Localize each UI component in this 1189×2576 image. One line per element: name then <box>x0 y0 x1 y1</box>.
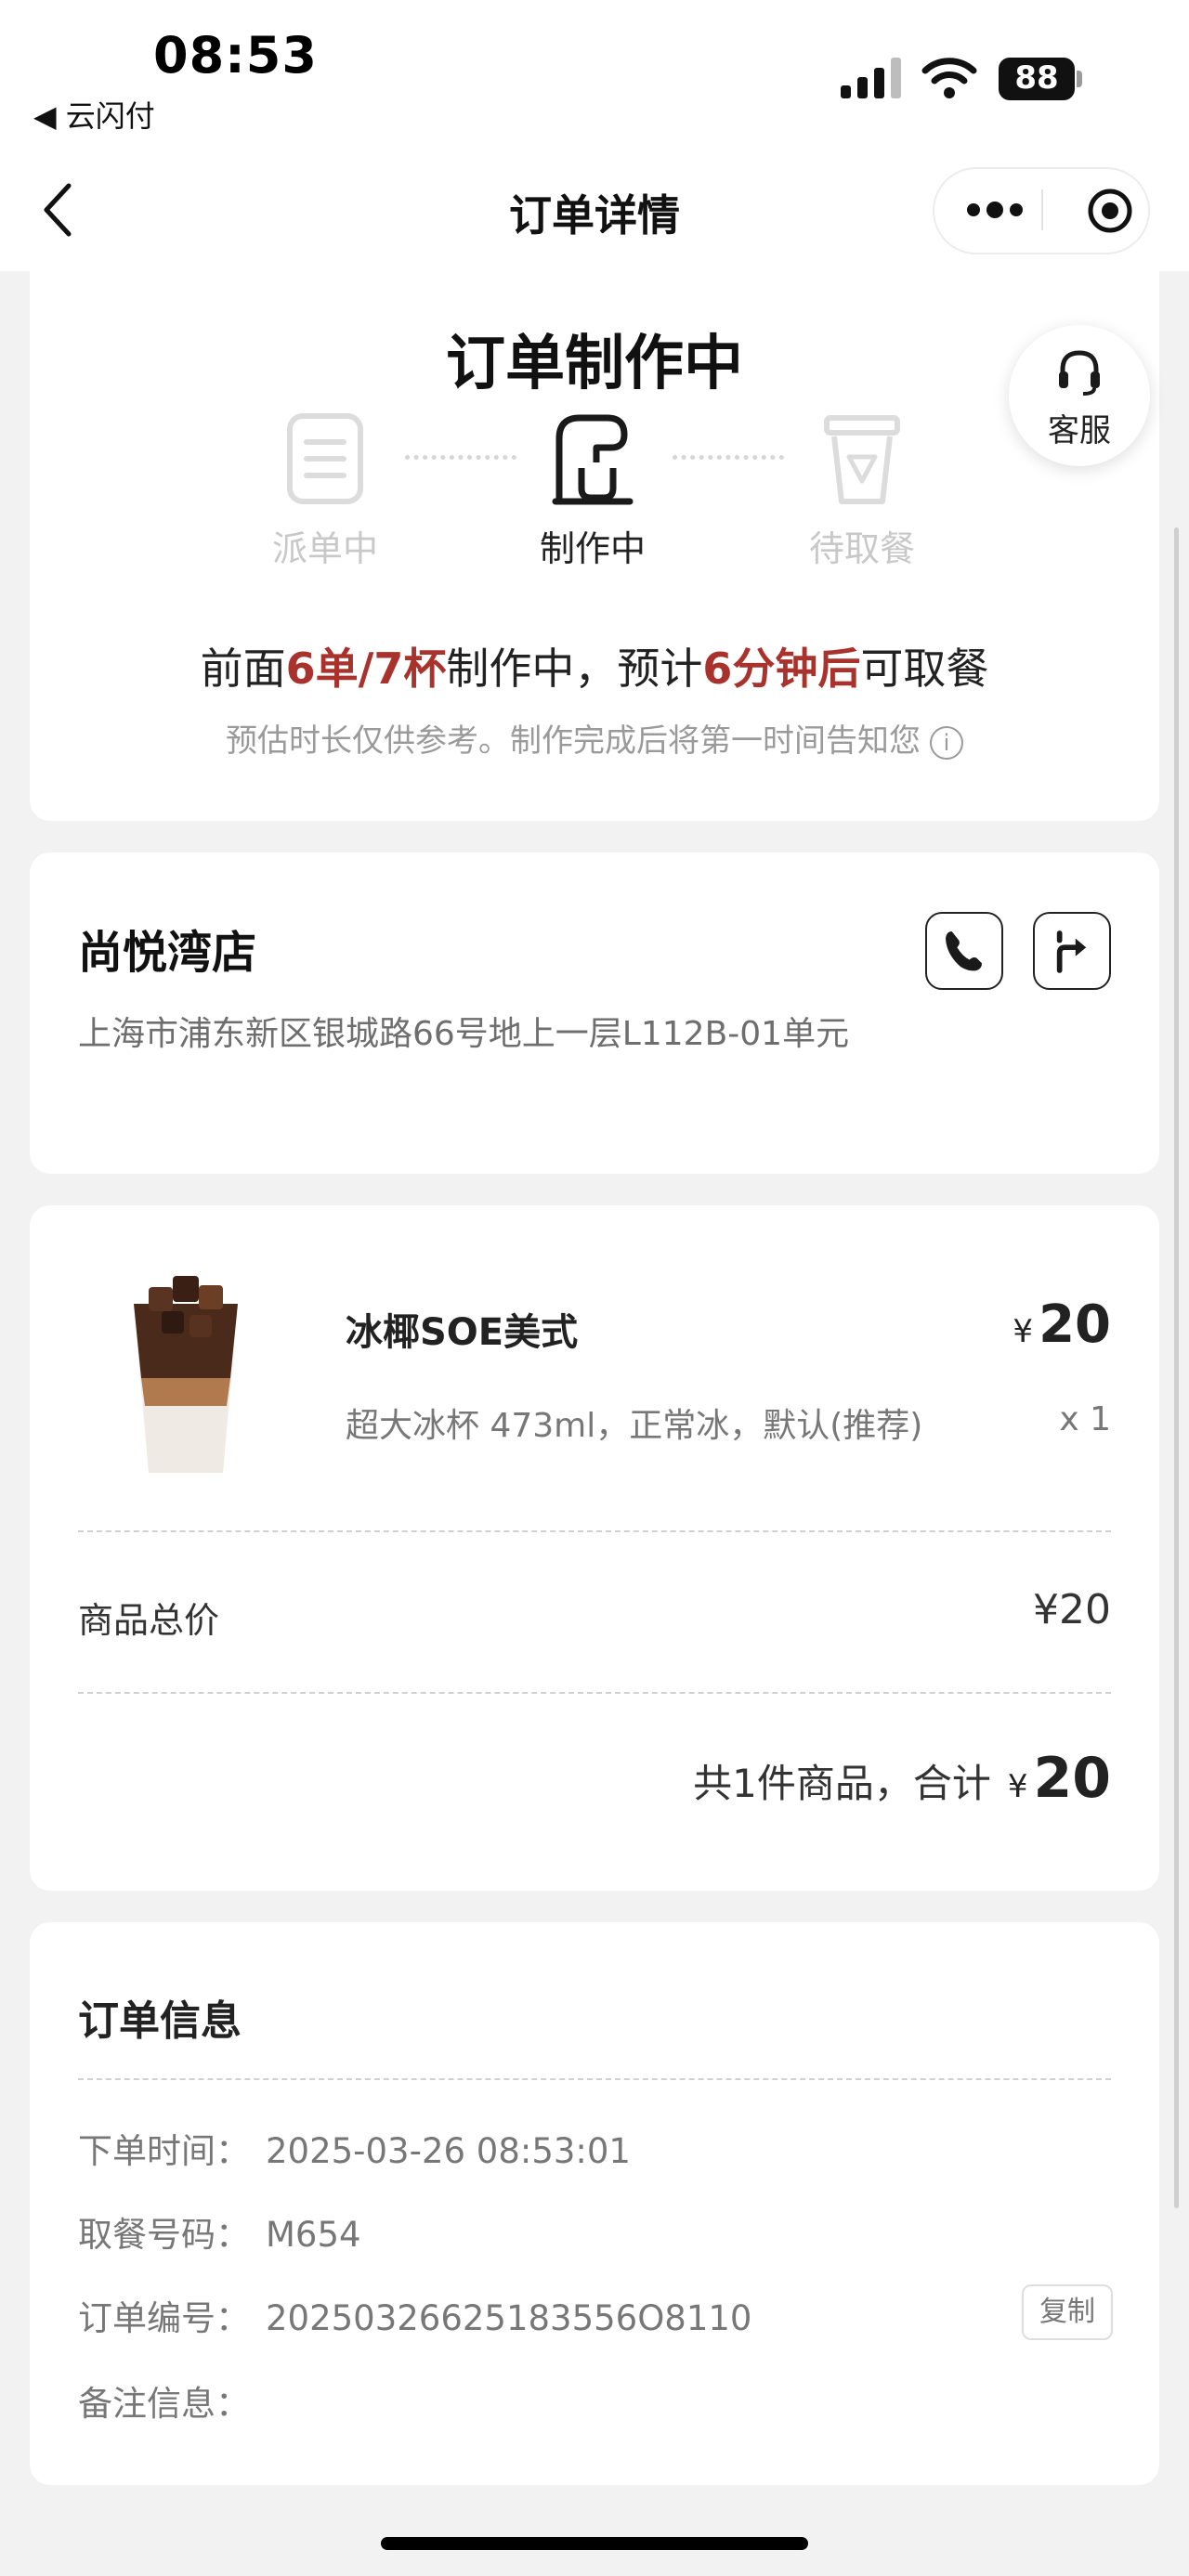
copy-order-number-button[interactable]: 复制 <box>1022 2284 1113 2340</box>
call-store-button[interactable] <box>925 912 1003 990</box>
pickup-code-row: 取餐号码： M654 <box>78 2215 361 2255</box>
battery-level: 88 <box>1014 59 1059 97</box>
divider <box>78 1530 1111 1532</box>
product-spec: 超大冰杯 473ml，正常冰，默认(推荐) <box>346 1407 923 1445</box>
list-icon <box>287 413 363 504</box>
battery-icon: 88 <box>999 58 1084 100</box>
product-name: 冰椰SOE美式 <box>346 1311 579 1354</box>
status-time: 08:53 <box>153 26 318 85</box>
close-mini-program-icon[interactable] <box>1087 188 1133 234</box>
more-options-icon[interactable] <box>962 189 1027 230</box>
queue-estimate: 前面6单/7杯制作中，预计6分钟后可取餐 <box>200 644 989 694</box>
remarks-row: 备注信息： <box>78 2384 250 2424</box>
cellular-signal-icon <box>841 58 901 98</box>
step-label-making: 制作中 <box>539 528 646 569</box>
info-icon[interactable]: i <box>930 725 963 760</box>
product-price: ¥20 <box>1013 1295 1111 1355</box>
home-indicator[interactable] <box>381 2537 808 2550</box>
scrollbar[interactable] <box>1174 527 1179 2208</box>
customer-service-label: 客服 <box>1048 412 1111 449</box>
divider <box>78 2078 1111 2080</box>
product-image <box>134 1276 238 1473</box>
order-time-row: 下单时间： 2025-03-26 08:53:01 <box>78 2131 631 2171</box>
order-info-title: 订单信息 <box>78 1997 242 2045</box>
direction-arrow-icon <box>1056 930 1087 973</box>
coffee-machine-icon <box>552 414 634 505</box>
step-label-dispatch: 派单中 <box>271 528 378 569</box>
phone-icon <box>946 931 983 971</box>
estimate-note: 预估时长仅供参考。制作完成后将第一时间告知您 i <box>0 715 1189 761</box>
navigate-store-button[interactable] <box>1033 912 1111 990</box>
capsule-divider <box>1041 189 1043 230</box>
order-number-row: 订单编号： 20250326625183556O8110 <box>78 2298 752 2338</box>
wifi-icon <box>921 58 977 98</box>
step-label-pickup: 待取餐 <box>808 528 915 569</box>
order-total: 共1件商品，合计 ¥20 <box>693 1746 1111 1811</box>
step-connector <box>673 455 784 460</box>
subtotal-value: ¥20 <box>1033 1586 1111 1633</box>
store-address: 上海市浦东新区银城路66号地上一层L112B-01单元 <box>78 1015 850 1053</box>
divider <box>78 1692 1111 1694</box>
headset-icon <box>1059 350 1100 396</box>
back-to-app-link[interactable]: ◀ 云闪付 <box>33 93 155 136</box>
subtotal-label: 商品总价 <box>78 1600 220 1641</box>
step-connector <box>405 455 516 460</box>
product-quantity: x 1 <box>1059 1400 1111 1438</box>
store-name: 尚悦湾店 <box>78 927 257 979</box>
cup-icon <box>824 415 900 504</box>
